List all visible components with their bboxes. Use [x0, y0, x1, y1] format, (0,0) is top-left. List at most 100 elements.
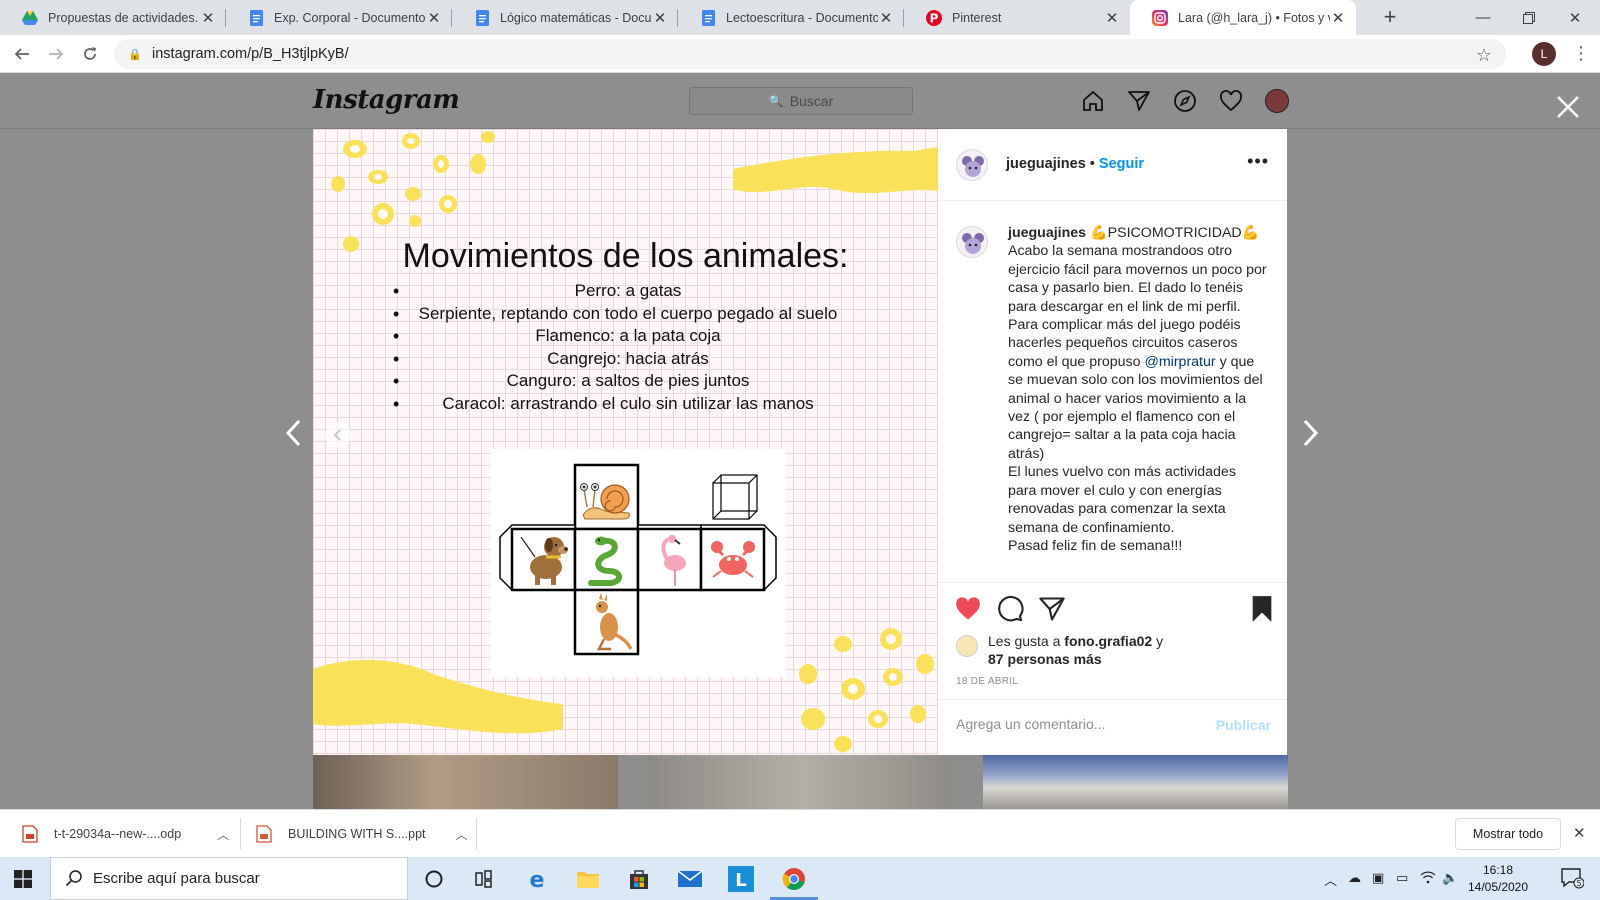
google-docs-icon — [474, 9, 490, 26]
forward-icon[interactable] — [44, 42, 68, 66]
post-image[interactable]: Movimientos de los animales: Perro: a ga… — [313, 129, 938, 755]
clock-time: 16:18 — [1482, 863, 1514, 877]
chevron-up-icon[interactable]: ︿ — [456, 826, 468, 843]
window-close-icon[interactable]: ✕ — [1552, 0, 1598, 35]
liker-avatar[interactable] — [956, 635, 978, 657]
comment-box: Publicar — [938, 699, 1287, 751]
new-tab-button[interactable]: + — [1378, 5, 1402, 29]
tray-app-icon[interactable]: ▣ — [1372, 870, 1384, 886]
wifi-icon[interactable] — [1420, 870, 1436, 887]
ig-header: Instagram 🔍 Buscar — [0, 73, 1600, 129]
dice-template — [491, 449, 786, 677]
follow-button[interactable]: Seguir — [1099, 156, 1144, 172]
downloads-bar: t-t-29034a--new-....odp ︿ BUILDING WITH … — [0, 809, 1600, 857]
explore-compass-icon[interactable] — [1172, 88, 1198, 114]
chrome-menu-icon[interactable]: ⋮ — [1572, 42, 1590, 66]
caption-avatar[interactable] — [956, 226, 988, 258]
like-heart-icon[interactable] — [954, 595, 982, 623]
download-item[interactable]: BUILDING WITH S....ppt ︿ — [256, 818, 468, 850]
svg-text:e: e — [530, 868, 545, 891]
lock-icon: 🔒 — [128, 48, 142, 61]
animal-movements-list: Perro: a gatas Serpiente, reptando con t… — [393, 280, 863, 415]
tab-close-icon[interactable]: ✕ — [200, 9, 216, 27]
publish-button[interactable]: Publicar — [1216, 717, 1271, 733]
bookmark-star-icon[interactable]: ☆ — [1476, 45, 1492, 66]
chevron-up-icon[interactable]: ︿ — [217, 826, 229, 843]
activity-heart-icon[interactable] — [1218, 88, 1244, 114]
caption-headline: 💪PSICOMOTRICIDAD💪 — [1090, 225, 1260, 241]
file-explorer-icon[interactable] — [574, 865, 602, 893]
tab-title: Lógico matemáticas - Docum — [500, 10, 652, 25]
tab-close-icon[interactable]: ✕ — [1330, 9, 1346, 27]
system-clock[interactable]: 16:18 14/05/2020 — [1458, 862, 1538, 896]
show-all-downloads-button[interactable]: Mostrar todo — [1455, 818, 1561, 850]
post-date[interactable]: 18 DE ABRIL — [956, 676, 1018, 687]
caption-username[interactable]: jueguajines — [1008, 225, 1086, 241]
volume-icon[interactable]: 🔈 — [1442, 870, 1458, 886]
taskbar-search-box[interactable]: Escribe aquí para buscar — [50, 857, 408, 900]
carousel-previous-icon[interactable] — [325, 422, 351, 448]
instagram-logo[interactable]: Instagram — [313, 85, 460, 115]
liker-username[interactable]: fono.grafia02 — [1064, 633, 1152, 649]
mention-link[interactable]: @mirpratur — [1144, 354, 1215, 370]
minimize-icon[interactable]: — — [1460, 0, 1506, 35]
previous-post-arrow-icon[interactable] — [282, 415, 306, 451]
ig-search-box[interactable]: 🔍 Buscar — [689, 87, 913, 115]
windows-taskbar: Escribe aquí para buscar e L ︿ ☁ ▣ ▭ 🔈 1… — [0, 857, 1600, 900]
author-username[interactable]: jueguajines — [1006, 156, 1086, 172]
comment-input[interactable] — [956, 716, 1196, 732]
cortana-icon[interactable] — [420, 865, 448, 893]
reload-icon[interactable] — [78, 42, 102, 66]
tab-close-icon[interactable]: ✕ — [426, 9, 442, 27]
save-bookmark-icon[interactable] — [1248, 595, 1276, 623]
author-avatar[interactable] — [956, 149, 988, 181]
close-downloads-icon[interactable]: ✕ — [1573, 824, 1586, 842]
grid-thumbnail[interactable] — [648, 755, 953, 809]
close-icon[interactable] — [1554, 93, 1582, 121]
next-post-arrow-icon[interactable] — [1298, 415, 1322, 451]
tab-lectoescritura[interactable]: Lectoescritura - Documentos ✕ — [678, 0, 904, 35]
onedrive-icon[interactable]: ☁ — [1348, 870, 1361, 886]
mail-icon[interactable] — [676, 865, 704, 893]
windows-start-icon[interactable] — [14, 870, 32, 888]
more-options-icon[interactable]: ••• — [1247, 151, 1269, 172]
likes-others[interactable]: 87 personas más — [988, 650, 1163, 668]
microsoft-store-icon[interactable] — [625, 865, 653, 893]
profile-avatar[interactable]: L — [1532, 42, 1556, 66]
tab-close-icon[interactable]: ✕ — [878, 9, 894, 27]
cube-outline-icon — [712, 474, 758, 520]
tab-instagram[interactable]: Lara (@h_lara_j) • Fotos y vid ✕ — [1130, 0, 1356, 35]
tab-title: Exp. Corporal - Documentos d — [274, 10, 426, 25]
tab-title: Lectoescritura - Documentos — [726, 10, 878, 25]
direct-message-icon[interactable] — [1126, 88, 1152, 114]
search-placeholder: Buscar — [789, 93, 834, 109]
tab-propuestas[interactable]: Propuestas de actividades. Bl ✕ — [0, 0, 226, 35]
tab-close-icon[interactable]: ✕ — [1104, 9, 1120, 27]
ig-profile-avatar[interactable] — [1265, 89, 1289, 113]
tray-chevron-icon[interactable]: ︿ — [1324, 870, 1337, 889]
download-item[interactable]: t-t-29034a--new-....odp ︿ — [22, 818, 229, 850]
task-view-icon[interactable] — [470, 865, 498, 893]
edge-browser-icon[interactable]: e — [523, 865, 551, 893]
address-bar[interactable]: 🔒 instagram.com/p/B_H3tjlpKyB/ ☆ — [114, 39, 1506, 69]
grid-thumbnail[interactable] — [313, 755, 618, 809]
comment-icon[interactable] — [996, 595, 1024, 623]
grid-thumbnail[interactable] — [983, 755, 1288, 809]
share-icon[interactable] — [1038, 595, 1066, 623]
list-item: Perro: a gatas — [393, 280, 863, 303]
post-image-title: Movimientos de los animales: — [402, 237, 849, 275]
restore-icon[interactable] — [1506, 0, 1552, 35]
tab-exp-corporal[interactable]: Exp. Corporal - Documentos d ✕ — [226, 0, 452, 35]
back-icon[interactable] — [10, 42, 34, 66]
battery-icon[interactable]: ▭ — [1396, 870, 1408, 886]
tab-close-icon[interactable]: ✕ — [652, 9, 668, 27]
notifications-icon[interactable]: 5 — [1560, 867, 1585, 892]
post-caption: jueguajines 💪PSICOMOTRICIDAD💪 Acabo la s… — [1008, 224, 1268, 555]
tab-pinterest[interactable]: P Pinterest ✕ — [904, 0, 1130, 35]
pinterest-icon: P — [926, 9, 942, 26]
svg-text:5: 5 — [1576, 879, 1581, 888]
chrome-icon[interactable] — [780, 865, 808, 893]
tab-logico[interactable]: Lógico matemáticas - Docum ✕ — [452, 0, 678, 35]
app-l-icon[interactable]: L — [727, 865, 755, 893]
home-icon[interactable] — [1080, 88, 1106, 114]
